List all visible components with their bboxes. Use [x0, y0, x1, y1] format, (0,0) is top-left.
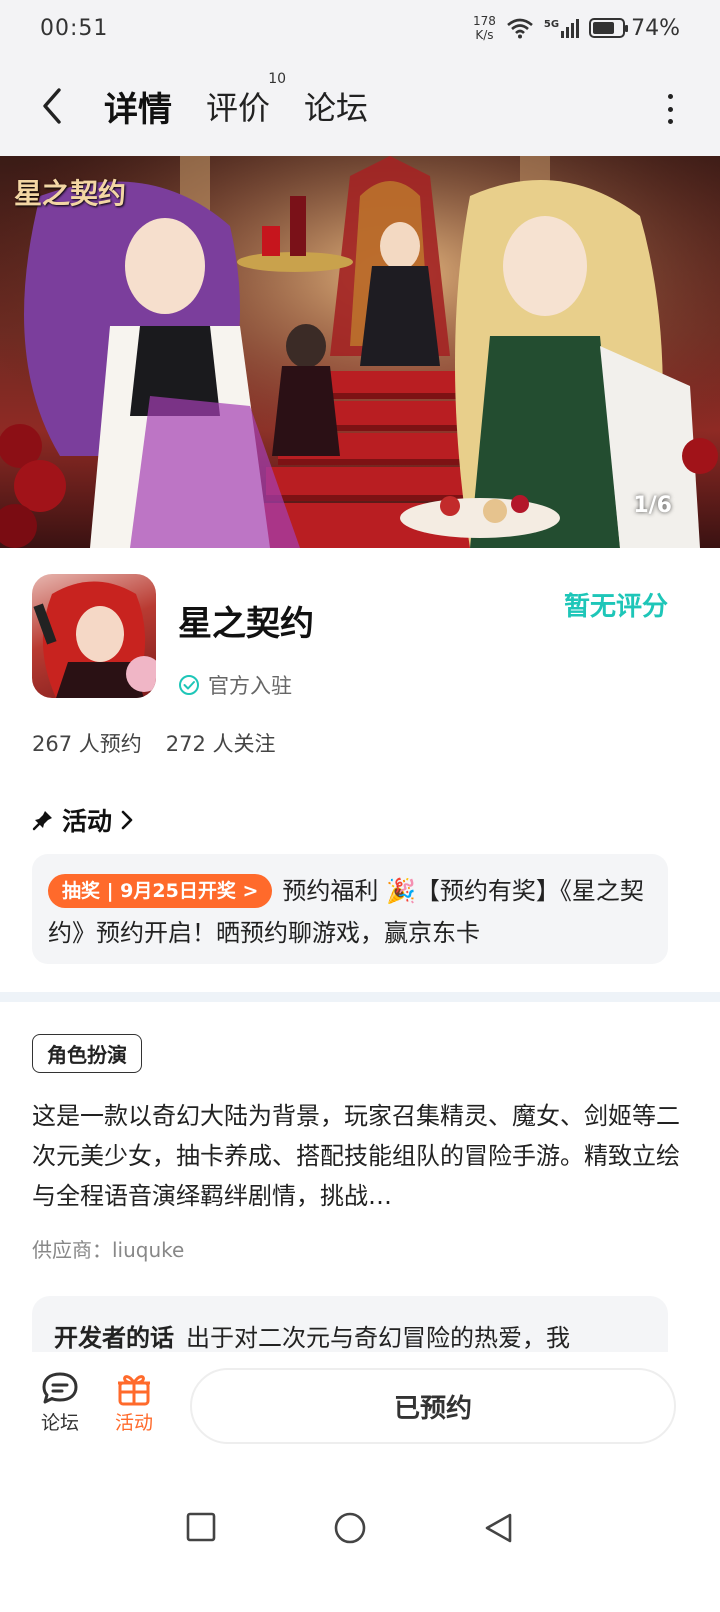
description-section: 角色扮演 这是一款以奇幻大陆为背景，玩家召集精灵、魔女、剑姬等二次元美少女，抽卡… — [0, 1002, 720, 1362]
rating-status[interactable]: 暂无评分 — [564, 586, 668, 623]
banner-page-counter: 1/6 — [633, 493, 672, 518]
app-title: 星之契约 — [178, 604, 314, 644]
banner-carousel[interactable]: 星之契约 1/6 — [0, 156, 720, 548]
verified-check-icon — [179, 675, 199, 695]
tab-forum[interactable]: 论坛 — [304, 83, 368, 129]
status-icons: 178 K/s 5G 74% — [473, 14, 680, 42]
tab-reviews-label: 评价 — [206, 89, 271, 127]
developer-note-label: 开发者的话 — [54, 1324, 174, 1352]
gift-icon — [118, 1375, 150, 1406]
net-speed: 178 K/s — [473, 14, 496, 42]
home-icon[interactable] — [334, 1512, 366, 1544]
status-bar: 00:51 178 K/s 5G 74% — [0, 0, 720, 56]
tab-reviews[interactable]: 评价 10 — [206, 71, 286, 129]
back-triangle-icon[interactable] — [482, 1512, 514, 1544]
dot — [667, 106, 673, 112]
chevron-right-icon — [121, 810, 133, 830]
cell-signal-icon: 5G — [544, 18, 580, 38]
supplier-info: 供应商：liuquke — [32, 1238, 185, 1262]
net-speed-value: 178 — [473, 14, 496, 28]
lottery-tag: 抽奖 | 9月25日开奖 > — [48, 874, 273, 908]
forum-label: 论坛 — [40, 1412, 79, 1434]
wifi-icon — [507, 18, 533, 39]
more-options-button[interactable] — [658, 94, 682, 124]
activity-prefix: 预约福利 🎉 — [282, 877, 416, 905]
status-time: 00:51 — [40, 15, 109, 41]
genre-tag[interactable]: 角色扮演 — [32, 1034, 142, 1073]
activity-card[interactable]: 抽奖 | 9月25日开奖 > 预约福利 🎉【预约有奖】《星之契约》预约开启！晒预约… — [32, 854, 668, 964]
back-button[interactable] — [22, 76, 82, 136]
section-divider — [0, 992, 720, 1002]
battery-indicator: 74% — [589, 16, 680, 41]
reviews-count-badge: 10 — [268, 71, 287, 87]
events-label: 活动 — [114, 1412, 153, 1434]
reservation-count: 267 人预约 — [32, 732, 142, 756]
developer-note-text: 出于对二次元与奇幻冒险的热爱，我 — [186, 1324, 570, 1352]
official-badge-label: 官方入驻 — [208, 674, 292, 698]
activity-header-label: 活动 — [62, 807, 113, 836]
reserved-button[interactable]: 已预约 — [190, 1368, 676, 1444]
dot — [667, 94, 673, 99]
bottom-action-bar: 论坛 活动 已预约 — [0, 1352, 720, 1462]
app-icon-art — [33, 581, 156, 698]
official-badge: 官方入驻 — [178, 670, 292, 700]
app-info-section: 星之契约 官方入驻 暂无评分 267 人预约 272 人关注 活动 抽奖 | 9… — [0, 548, 720, 988]
banner-artwork — [0, 156, 720, 548]
battery-icon — [589, 18, 629, 38]
dot — [667, 119, 673, 124]
game-description[interactable]: 这是一款以奇幻大陆为背景，玩家召集精灵、魔女、剑姬等二次元美少女，抽卡养成、搭配… — [32, 1096, 688, 1216]
banner-game-logo: 星之契约 — [14, 177, 127, 210]
events-button[interactable]: 活动 — [104, 1370, 164, 1435]
tab-details[interactable]: 详情 — [102, 82, 174, 131]
pin-icon — [32, 811, 52, 831]
top-nav: 详情 评价 10 论坛 — [0, 56, 720, 156]
app-stats: 267 人预约 272 人关注 — [32, 728, 276, 758]
follower-count: 272 人关注 — [165, 732, 276, 756]
recent-apps-icon[interactable] — [186, 1512, 216, 1542]
activity-header-link[interactable]: 活动 — [32, 802, 134, 838]
app-icon — [32, 574, 156, 698]
net-speed-unit: K/s — [475, 28, 494, 42]
chevron-left-icon — [43, 88, 61, 124]
forum-button[interactable]: 论坛 — [30, 1370, 90, 1435]
system-navigation-bar — [0, 1462, 720, 1612]
battery-percent: 74% — [631, 15, 680, 41]
chat-bubble-icon — [42, 1372, 78, 1404]
